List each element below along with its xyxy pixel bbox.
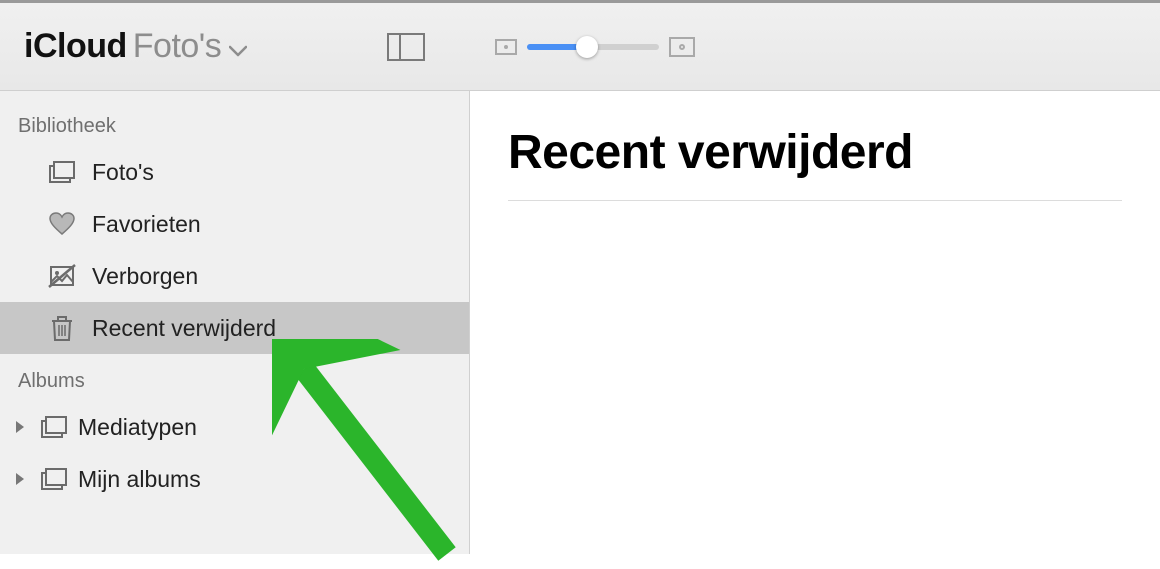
sidebar-item-label: Mediatypen — [78, 414, 197, 441]
section-header-library: Bibliotheek — [0, 109, 469, 146]
section-header-albums: Albums — [0, 364, 469, 401]
trash-icon — [48, 314, 76, 342]
strike-photo-icon — [48, 264, 76, 288]
sidebar-item-photos[interactable]: Foto's — [0, 146, 469, 198]
slider-thumb[interactable] — [576, 36, 598, 58]
chevron-down-icon — [229, 45, 247, 57]
album-stack-icon — [40, 416, 68, 438]
sidebar-item-label: Verborgen — [92, 263, 198, 290]
divider — [508, 200, 1122, 201]
photos-icon — [48, 161, 76, 183]
disclosure-triangle-icon[interactable] — [14, 420, 30, 434]
disclosure-triangle-icon[interactable] — [14, 472, 30, 486]
page-title: Recent verwijderd — [508, 125, 1122, 180]
toggle-sidebar-button[interactable] — [387, 33, 425, 61]
sidebar-item-hidden[interactable]: Verborgen — [0, 250, 469, 302]
toolbar: iCloud Foto's — [0, 3, 1160, 91]
sidebar-item-label: Foto's — [92, 159, 154, 186]
sidebar-item-my-albums[interactable]: Mijn albums — [0, 453, 469, 505]
sidebar-item-label: Favorieten — [92, 211, 201, 238]
sidebar: Bibliotheek Foto's Favorieten Verborgen — [0, 91, 470, 554]
thumbnail-large-icon — [669, 37, 695, 57]
heart-icon — [48, 212, 76, 236]
location-name: Foto's — [133, 27, 222, 66]
location-dropdown[interactable]: iCloud Foto's — [24, 27, 247, 66]
thumbnail-small-icon — [495, 39, 517, 55]
sidebar-item-recently-deleted[interactable]: Recent verwijderd — [0, 302, 469, 354]
album-stack-icon — [40, 468, 68, 490]
sidebar-item-label: Recent verwijderd — [92, 315, 276, 342]
sidebar-item-label: Mijn albums — [78, 466, 201, 493]
app-name: iCloud — [24, 27, 127, 66]
content-area: Recent verwijderd — [470, 91, 1160, 554]
sidebar-item-favorites[interactable]: Favorieten — [0, 198, 469, 250]
thumbnail-size-slider[interactable] — [527, 44, 659, 50]
sidebar-item-mediatypes[interactable]: Mediatypen — [0, 401, 469, 453]
